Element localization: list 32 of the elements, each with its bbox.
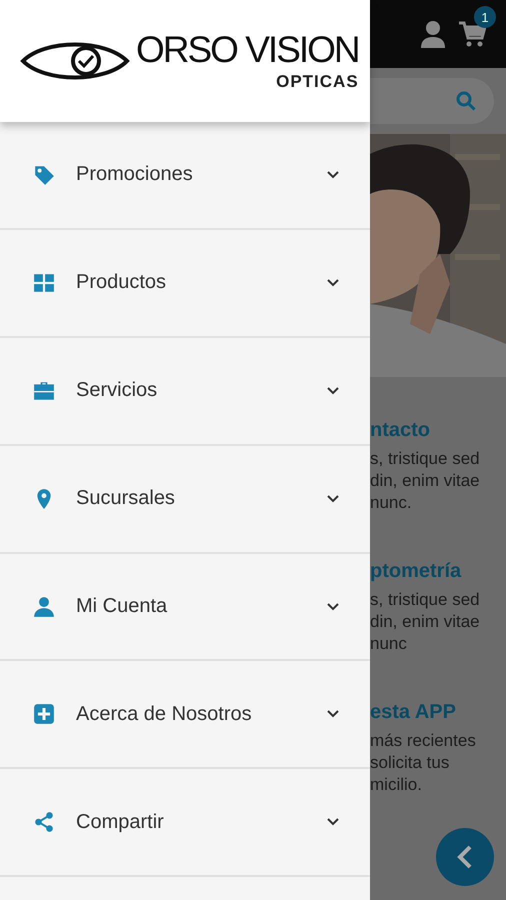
- section-text: nunc: [370, 633, 408, 655]
- section-text: din, enim vitae: [370, 611, 481, 633]
- chevron-icon: [326, 709, 340, 720]
- search-field[interactable]: [370, 78, 494, 124]
- chevron-icon: [326, 386, 340, 396]
- user-icon[interactable]: [420, 20, 446, 48]
- menu-icon: [33, 596, 55, 618]
- section-text: más recientes: [370, 730, 477, 752]
- menu-icon: [33, 164, 55, 186]
- section-title: esta APP: [370, 701, 457, 724]
- cart-count-badge: 1: [474, 6, 496, 28]
- menu-icon: [33, 380, 55, 402]
- chevron-icon: [326, 602, 340, 612]
- section-title: ptometría: [370, 560, 462, 583]
- menu-icon: [33, 272, 55, 294]
- section-text: s, tristique sed: [370, 448, 481, 470]
- section-title: ntacto: [370, 419, 431, 442]
- chevron-icon: [326, 494, 340, 504]
- search-icon: [456, 91, 476, 111]
- section-text: solicita tus: [370, 752, 450, 774]
- section-text: nunc.: [370, 492, 413, 514]
- chevron-icon: [326, 278, 340, 288]
- section-text: din, enim vitae: [370, 470, 481, 492]
- chevron-icon: [326, 817, 340, 828]
- section-text: s, tristique sed: [370, 589, 481, 611]
- cart-icon[interactable]: [458, 20, 486, 48]
- chevron-icon: [326, 170, 340, 180]
- section-text: micilio.: [370, 774, 423, 796]
- menu-icon: [33, 811, 55, 834]
- brand-tagline: OPTICAS: [276, 72, 359, 92]
- brand-name: ORSO VISION: [136, 30, 359, 68]
- menu-icon: [33, 703, 55, 726]
